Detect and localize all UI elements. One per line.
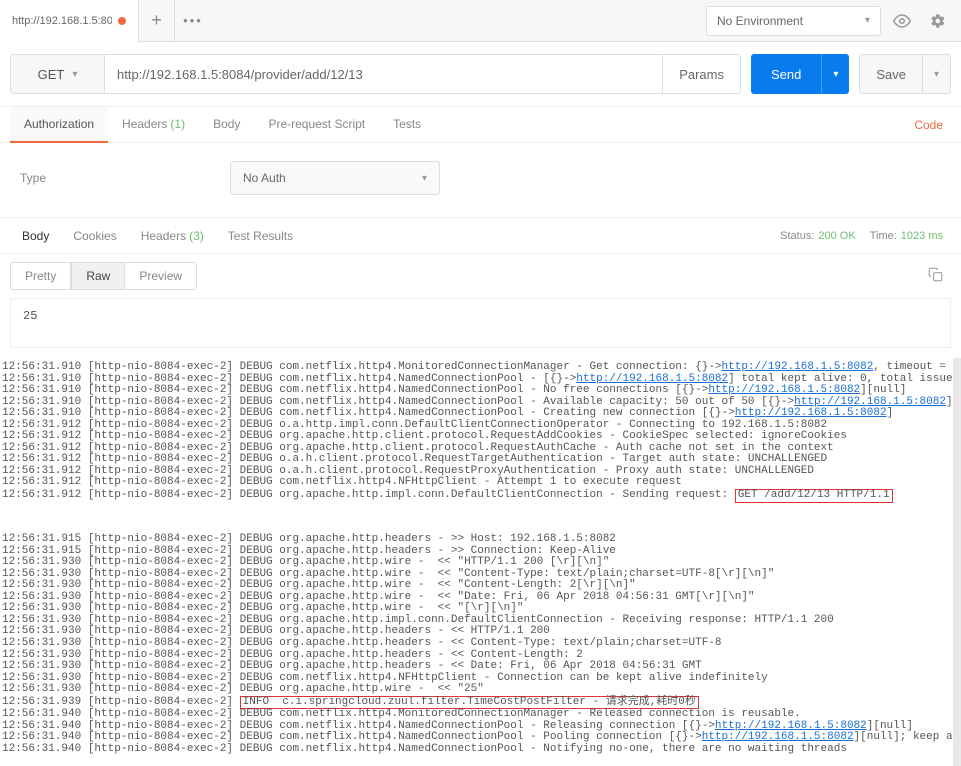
auth-type-select[interactable]: No Auth ▾ [230, 161, 440, 195]
auth-type-value: No Auth [243, 171, 286, 185]
log-link[interactable]: http://192.168.1.5:8082 [722, 361, 874, 373]
tab-headers[interactable]: Headers(1) [108, 107, 199, 143]
copy-response-icon[interactable] [928, 267, 951, 285]
tab-title: http://192.168.1.5:808 [12, 15, 112, 27]
environment-label: No Environment [717, 14, 803, 28]
unsaved-indicator-icon [118, 17, 126, 25]
params-button[interactable]: Params [663, 54, 741, 94]
url-input[interactable] [105, 54, 663, 94]
response-view-toggle: Pretty Raw Preview [0, 254, 961, 298]
tab-prerequest[interactable]: Pre-request Script [254, 107, 379, 143]
send-dropdown-button[interactable]: ▾ [821, 54, 849, 94]
view-preview-button[interactable]: Preview [125, 262, 197, 290]
highlight-request: GET /add/12/13 HTTP/1.1 [735, 489, 893, 503]
console-log[interactable]: 12:56:31.910 [http-nio-8084-exec-2] DEBU… [0, 358, 961, 766]
request-builder: GET ▾ Params Send ▾ Save ▾ [0, 42, 961, 107]
tab-authorization[interactable]: Authorization [10, 107, 108, 143]
resp-headers-count: (3) [189, 229, 204, 243]
authorization-panel: Type No Auth ▾ [0, 143, 961, 218]
log-link[interactable]: http://192.168.1.5:8082 [708, 384, 860, 396]
resp-tab-headers[interactable]: Headers(3) [129, 218, 216, 254]
headers-count: (1) [170, 117, 185, 131]
response-status: Status: 200 OK Time: 1023 ms [780, 230, 951, 242]
status-code: 200 OK [818, 230, 855, 242]
request-tabs: Authorization Headers(1) Body Pre-reques… [0, 107, 961, 143]
auth-type-label: Type [20, 171, 230, 185]
top-tab-bar: http://192.168.1.5:808 + ••• No Environm… [0, 0, 961, 42]
new-tab-button[interactable]: + [139, 0, 175, 42]
environment-select[interactable]: No Environment ▾ [706, 6, 881, 36]
resp-tab-tests[interactable]: Test Results [216, 218, 305, 254]
tab-body[interactable]: Body [199, 107, 254, 143]
response-body[interactable]: 25 [10, 298, 951, 348]
save-dropdown-button[interactable]: ▾ [923, 54, 951, 94]
request-tab[interactable]: http://192.168.1.5:808 [0, 0, 139, 42]
log-link[interactable]: http://192.168.1.5:8082 [576, 373, 728, 385]
code-link[interactable]: Code [914, 118, 951, 132]
view-raw-button[interactable]: Raw [71, 262, 125, 290]
chevron-down-icon: ▾ [833, 69, 838, 80]
save-button[interactable]: Save [859, 54, 923, 94]
resp-tab-cookies[interactable]: Cookies [61, 218, 128, 254]
response-time: 1023 ms [901, 230, 943, 242]
view-pretty-button[interactable]: Pretty [10, 262, 71, 290]
log-link[interactable]: http://192.168.1.5:8082 [794, 396, 946, 408]
log-link[interactable]: http://192.168.1.5:8082 [735, 407, 887, 419]
tab-tests[interactable]: Tests [379, 107, 435, 143]
settings-icon[interactable] [923, 6, 953, 36]
response-tabs: Body Cookies Headers(3) Test Results Sta… [0, 218, 961, 254]
chevron-down-icon: ▾ [934, 69, 939, 80]
chevron-down-icon: ▾ [865, 15, 870, 26]
send-button[interactable]: Send [751, 54, 821, 94]
resp-tab-body[interactable]: Body [10, 218, 61, 254]
tab-more-button[interactable]: ••• [175, 0, 211, 42]
chevron-down-icon: ▾ [72, 69, 77, 80]
chevron-down-icon: ▾ [422, 173, 427, 184]
method-label: GET [38, 67, 65, 82]
method-select[interactable]: GET ▾ [10, 54, 105, 94]
log-link[interactable]: http://192.168.1.5:8082 [715, 720, 867, 732]
log-link[interactable]: http://192.168.1.5:8082 [702, 731, 854, 743]
environment-preview-icon[interactable] [887, 6, 917, 36]
highlight-filter: INFO c.i.springcloud.zuul.filter.TimeCos… [240, 696, 699, 710]
